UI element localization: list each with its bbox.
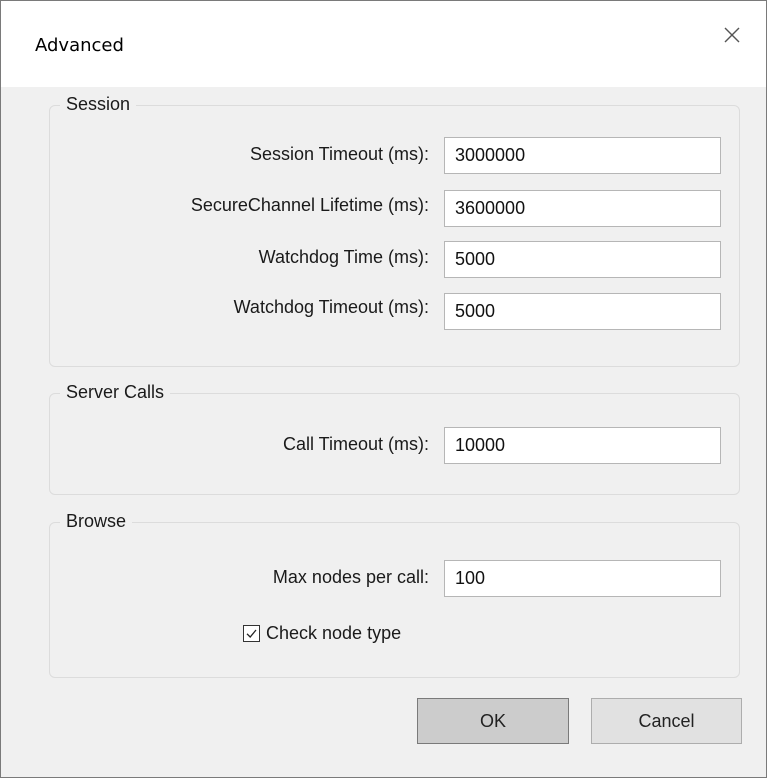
advanced-dialog: Advanced Session Session Timeout (ms): S… bbox=[0, 0, 767, 778]
watchdog-time-label: Watchdog Time (ms): bbox=[258, 247, 429, 267]
browse-group-label: Browse bbox=[60, 509, 133, 533]
check-node-type-checkbox[interactable] bbox=[243, 624, 260, 642]
session-timeout-label: Session Timeout (ms): bbox=[249, 144, 429, 164]
watchdog-time-input[interactable] bbox=[444, 241, 721, 278]
max-nodes-label: Max nodes per call: bbox=[272, 567, 429, 587]
session-group-label: Session bbox=[60, 92, 137, 116]
session-timeout-input[interactable] bbox=[444, 137, 721, 174]
ok-button-label: OK bbox=[479, 710, 506, 731]
server-calls-group-label: Server Calls bbox=[60, 380, 171, 404]
close-icon bbox=[724, 27, 740, 43]
ok-button[interactable]: OK bbox=[417, 698, 569, 744]
check-node-type-label: Check node type bbox=[266, 623, 402, 643]
max-nodes-input[interactable] bbox=[444, 560, 721, 597]
title-bar: Advanced bbox=[1, 1, 766, 87]
watchdog-timeout-label: Watchdog Timeout (ms): bbox=[233, 297, 429, 317]
securechannel-lifetime-input[interactable] bbox=[444, 190, 721, 227]
dialog-title: Advanced bbox=[35, 35, 124, 56]
cancel-button[interactable]: Cancel bbox=[591, 698, 742, 744]
watchdog-timeout-input[interactable] bbox=[444, 293, 721, 330]
check-node-type-option[interactable]: Check node type bbox=[243, 621, 401, 645]
close-button[interactable] bbox=[716, 19, 748, 51]
call-timeout-label: Call Timeout (ms): bbox=[282, 434, 429, 454]
securechannel-lifetime-label: SecureChannel Lifetime (ms): bbox=[190, 195, 429, 215]
browse-group: Browse bbox=[49, 509, 740, 678]
checkmark-icon bbox=[246, 629, 257, 638]
call-timeout-input[interactable] bbox=[444, 427, 721, 464]
cancel-button-label: Cancel bbox=[638, 710, 695, 731]
